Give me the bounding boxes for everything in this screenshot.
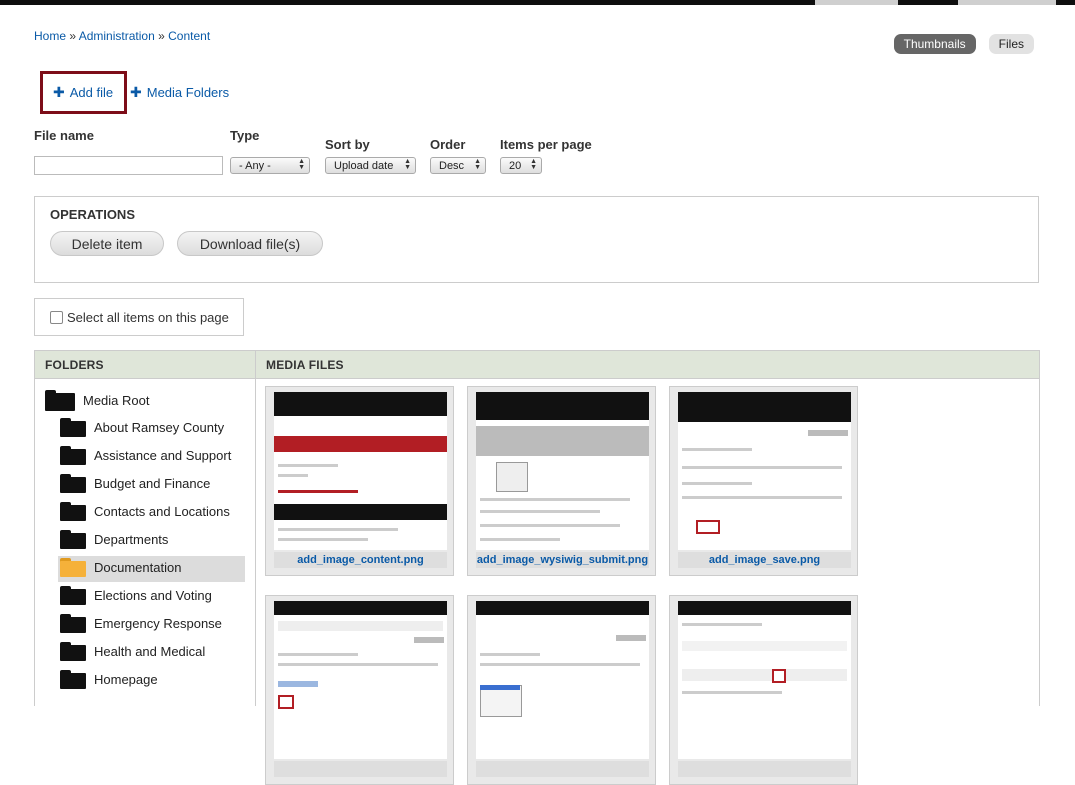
thumbnail-image — [678, 392, 851, 550]
order-select[interactable]: Desc ▲ ▼ — [430, 157, 486, 174]
folder-icon — [60, 642, 86, 661]
select-arrows-icon: ▲ ▼ — [298, 158, 305, 171]
breadcrumb-home[interactable]: Home — [34, 29, 66, 43]
thumbnail-caption[interactable]: add_image_save.png — [678, 552, 851, 568]
view-toggle: Thumbnails Files — [893, 34, 1034, 54]
folder-label: Contacts and Locations — [94, 504, 230, 519]
folder-label: Elections and Voting — [94, 588, 212, 603]
media-thumbnail[interactable]: add_image_wysiwig_submit.png — [467, 386, 656, 576]
items-per-page-value: 20 — [509, 159, 522, 172]
delete-item-button[interactable]: Delete item — [50, 231, 164, 256]
folder-label: Media Root — [83, 393, 150, 408]
add-file-link[interactable]: ✚ Add file — [53, 84, 113, 101]
media-thumbnail[interactable]: add_image_save.png — [669, 386, 858, 576]
folder-label: About Ramsey County — [94, 420, 225, 435]
order-label: Order — [430, 137, 466, 152]
folder-item[interactable]: Health and Medical — [60, 642, 205, 661]
thumbnail-image — [678, 601, 851, 759]
thumbnail-caption[interactable] — [678, 761, 851, 777]
folder-item[interactable]: About Ramsey County — [60, 418, 224, 437]
select-arrows-icon: ▲ ▼ — [404, 158, 411, 171]
folder-label: Health and Medical — [94, 644, 206, 659]
folder-icon — [60, 446, 86, 465]
media-thumbnail[interactable] — [669, 595, 858, 785]
operations-title: OPERATIONS — [50, 207, 135, 222]
type-select[interactable]: - Any - ▲ ▼ — [230, 157, 310, 174]
order-select-value: Desc — [439, 159, 465, 172]
add-file-label: Add file — [69, 85, 114, 100]
folder-item[interactable]: Homepage — [60, 670, 158, 689]
media-thumbnail[interactable] — [265, 595, 454, 785]
items-per-page-label: Items per page — [500, 137, 592, 152]
folder-icon — [60, 586, 86, 605]
select-all-label[interactable]: Select all items on this page — [67, 310, 229, 325]
folder-label: Budget and Finance — [94, 476, 211, 491]
folder-item[interactable]: Emergency Response — [60, 614, 222, 633]
select-arrows-icon: ▲ ▼ — [474, 158, 481, 171]
select-all-checkbox[interactable] — [50, 310, 63, 324]
thumbnail-caption[interactable] — [274, 761, 447, 777]
thumbnail-caption[interactable]: add_image_content.png — [274, 552, 447, 568]
folder-media-root[interactable]: Media Root — [45, 390, 149, 411]
folder-icon — [60, 530, 86, 549]
files-view-button[interactable]: Files — [988, 34, 1034, 54]
breadcrumb-separator: » — [158, 29, 165, 43]
folder-label: Assistance and Support — [94, 448, 232, 463]
breadcrumb-content[interactable]: Content — [168, 29, 210, 43]
items-per-page-select[interactable]: 20 ▲ ▼ — [500, 157, 542, 174]
media-folders-link[interactable]: ✚ Media Folders — [130, 84, 229, 101]
top-bar-tab[interactable] — [815, 0, 898, 5]
media-thumbnail[interactable]: add_image_content.png — [265, 386, 454, 576]
select-arrows-icon: ▲ ▼ — [530, 158, 537, 171]
folder-item[interactable]: Assistance and Support — [60, 446, 231, 465]
type-label: Type — [230, 128, 260, 143]
thumbnails-view-button[interactable]: Thumbnails — [893, 34, 976, 54]
thumbnail-image — [476, 601, 649, 759]
media-folders-label: Media Folders — [146, 85, 230, 100]
sort-by-select-value: Upload date — [334, 159, 394, 172]
thumbnail-caption[interactable]: add_image_wysiwig_submit.png — [476, 552, 649, 568]
breadcrumb: Home » Administration » Content — [34, 29, 210, 43]
sort-by-label: Sort by — [325, 137, 370, 152]
folder-label: Departments — [94, 532, 169, 547]
thumbnail-image — [274, 392, 447, 550]
folder-item[interactable]: Contacts and Locations — [60, 502, 230, 521]
top-bar — [0, 0, 1075, 5]
folder-item[interactable]: Elections and Voting — [60, 586, 212, 605]
breadcrumb-separator: » — [69, 29, 77, 43]
file-name-label: File name — [34, 128, 94, 143]
folder-label: Homepage — [94, 672, 158, 687]
operations-panel: OPERATIONS Delete item Download file(s) — [34, 196, 1039, 283]
plus-icon: ✚ — [130, 84, 142, 100]
folder-icon — [60, 614, 86, 633]
folder-label: Documentation — [94, 560, 182, 575]
folder-item[interactable]: Departments — [60, 530, 168, 549]
folder-icon — [60, 418, 86, 437]
thumbnail-image — [476, 392, 649, 550]
folder-item-selected[interactable]: Documentation — [60, 558, 181, 577]
folder-label: Emergency Response — [94, 616, 222, 631]
folder-icon — [60, 502, 86, 521]
plus-icon: ✚ — [53, 84, 65, 100]
download-files-button[interactable]: Download file(s) — [177, 231, 323, 256]
media-thumbnail[interactable] — [467, 595, 656, 785]
thumbnail-image — [274, 601, 447, 759]
select-all-box: Select all items on this page — [34, 298, 244, 336]
folder-item[interactable]: Budget and Finance — [60, 474, 210, 493]
folders-header: FOLDERS — [35, 351, 255, 379]
file-name-input[interactable] — [34, 156, 223, 175]
thumbnail-caption[interactable] — [476, 761, 649, 777]
sort-by-select[interactable]: Upload date ▲ ▼ — [325, 157, 416, 174]
breadcrumb-administration[interactable]: Administration — [79, 29, 155, 43]
folder-icon — [60, 474, 86, 493]
top-bar-tab[interactable] — [958, 0, 1056, 5]
folder-icon — [45, 390, 75, 411]
open-folder-icon — [60, 558, 86, 577]
folder-icon — [60, 670, 86, 689]
type-select-value: - Any - — [239, 159, 271, 172]
media-files-header: MEDIA FILES — [256, 351, 1039, 379]
